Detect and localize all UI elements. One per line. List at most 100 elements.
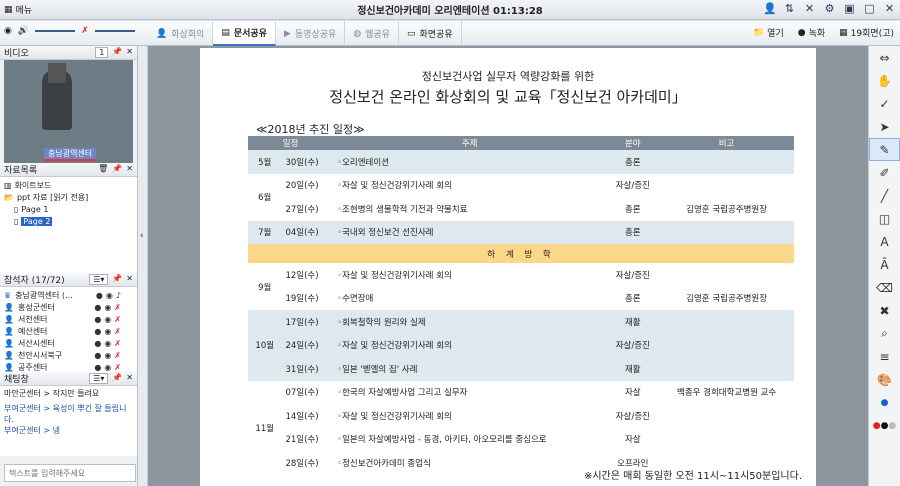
palette-icon[interactable]: 🎨 xyxy=(869,368,900,391)
tree-label: Page 1 xyxy=(21,204,49,214)
participant-name: 서천센터 xyxy=(17,314,48,324)
highlighter-icon[interactable]: ✐ xyxy=(869,161,900,184)
list-item[interactable]: 👤 천안시서북구 ● ◉ ✗ xyxy=(4,349,133,361)
cell-topic: ◦회복철학의 원리와 실제 xyxy=(333,310,607,334)
tab-video-share[interactable]: ▶ 동영상공유 xyxy=(276,21,346,46)
list-item[interactable]: 👤 예산센터 ● ◉ ✗ xyxy=(4,325,133,337)
participants-header: 참석자 (17/72) ☰▾ 📌 ✕ xyxy=(0,273,137,287)
cell-field: 총론 xyxy=(624,294,641,305)
color-swatches-2[interactable]: ● ● ● xyxy=(869,414,900,437)
table-row: 14일(수) ◦자살 및 정신건강위기사례 회의 자살/증진 xyxy=(248,404,794,428)
close-icon[interactable]: ✕ xyxy=(126,274,133,285)
pin-icon[interactable]: 📌 xyxy=(112,373,122,384)
cell-field: 자살/증진 xyxy=(615,270,650,281)
document-icon: ▤ xyxy=(221,27,230,38)
close-icon[interactable]: ✕ xyxy=(883,2,896,16)
pointer-icon[interactable]: ➤ xyxy=(869,115,900,138)
tab-web-share[interactable]: ◍ 웹공유 xyxy=(345,21,400,46)
layout-button[interactable]: ▦ 19회면(고) xyxy=(839,26,894,40)
tree-item-whiteboard[interactable]: ▥ 화이트보드 xyxy=(4,179,133,191)
doc-subtitle: 정신보건사업 실무자 역량강화를 위한 xyxy=(421,70,595,83)
cell-topic: ◦국내외 정신보건 선진사례 xyxy=(333,220,607,244)
user-icon[interactable]: 👤 xyxy=(763,2,777,16)
mic-slider[interactable] xyxy=(94,30,135,32)
chat-message: 부여군센터 > 넹 xyxy=(4,426,60,435)
close-icon[interactable]: ✕ xyxy=(126,373,133,384)
person-icon: 👤 xyxy=(156,28,168,39)
move-icon[interactable]: ⇔ xyxy=(869,46,900,69)
pin-icon[interactable]: 📌 xyxy=(112,47,122,58)
mic-icon[interactable]: ◉ xyxy=(4,26,12,36)
chat-message: 부여군센터 > 육성이 뿌긴 잘 들립니다. xyxy=(4,404,127,424)
trash-icon[interactable]: 🗑 xyxy=(98,164,108,173)
eraser-icon[interactable]: ⌫ xyxy=(869,276,900,299)
user-icon: ● xyxy=(95,290,103,300)
cell-date: 17일(수) xyxy=(281,310,334,334)
close-icon[interactable]: ✕ xyxy=(126,47,133,58)
video-label: 충남광역센터 xyxy=(44,148,97,161)
tab-screen-share[interactable]: ▭ 화면공유 xyxy=(399,21,462,46)
cell-field: 자살/증진 xyxy=(615,181,650,192)
check-icon[interactable]: ✓ xyxy=(869,92,900,115)
list-item[interactable]: 👤 서산시센터 ● ◉ ✗ xyxy=(4,337,133,349)
pin-icon[interactable]: 📌 xyxy=(112,164,122,173)
line-icon[interactable]: ╱ xyxy=(869,184,900,207)
hand-icon[interactable]: ✋ xyxy=(869,69,900,92)
list-item[interactable]: 👤 홍성군센터 ● ◉ ✗ xyxy=(4,301,133,313)
video-select[interactable]: 1 xyxy=(95,47,109,58)
cell-date: 20일(수) xyxy=(285,181,319,192)
line-width-icon[interactable]: ≡ xyxy=(869,345,900,368)
table-row: 10월 17일(수) ◦회복철학의 원리와 실제 재활 xyxy=(248,310,794,381)
chat-input[interactable] xyxy=(4,464,136,482)
cell-field: 자살/증진 xyxy=(606,333,660,357)
tab-label: 동영상공유 xyxy=(294,30,337,40)
volume-slider[interactable] xyxy=(35,30,76,32)
close-icon[interactable]: ✕ xyxy=(126,164,133,173)
pen-icon[interactable]: ✎ xyxy=(869,138,900,161)
speaker-icon[interactable]: 🔊 xyxy=(18,26,29,36)
clear-icon[interactable]: ✖ xyxy=(869,299,900,322)
text-style-icon[interactable]: Ā xyxy=(869,253,900,276)
tree-item-ppt[interactable]: 📂 ppt 자료 [읽기 전용] xyxy=(4,191,133,203)
mic-mute-icon[interactable]: ✗ xyxy=(81,26,89,36)
cell-topic: ◦자살 및 정신건강위기사례 회의 xyxy=(333,333,607,357)
tools-icon[interactable]: ✕ xyxy=(803,2,816,16)
sort-icon[interactable]: ⇅ xyxy=(783,2,796,16)
table-row: 하 계 방 학 xyxy=(248,244,794,263)
doc-title: 정신보건 온라인 화상회의 및 교육「정신보건 아카데미」 xyxy=(329,88,687,106)
doc-footnote: ※시간은 매회 동일한 오전 11시~11시50분입니다. xyxy=(583,471,802,482)
col-header: 일정 xyxy=(248,136,334,150)
globe-icon: ◍ xyxy=(353,28,362,39)
user-icon: ● xyxy=(94,350,102,360)
col-header: 주제 xyxy=(333,136,607,150)
open-button[interactable]: 📁 열기 xyxy=(753,26,784,40)
tree-item-page2[interactable]: ▯ Page 2 xyxy=(4,215,133,227)
gear-icon[interactable]: ⚙ xyxy=(823,2,836,16)
files-title: 자료목록 xyxy=(4,166,38,176)
record-button[interactable]: ● 녹화 xyxy=(798,26,826,40)
list-item[interactable]: 👤 서천센터 ● ◉ ✗ xyxy=(4,313,133,325)
restore-icon[interactable]: ▣ xyxy=(843,2,856,16)
chat-view-select[interactable]: ☰▾ xyxy=(89,373,109,384)
tab-video-meeting[interactable]: 👤 화상회의 xyxy=(148,21,214,46)
left-panel: 비디오 1 📌 ✕ 충남광역센터 자료목록 🗑 📌 ✕ ▥ 화이트보드 📂 ppt 자료 [… xyxy=(0,46,138,486)
panel-splitter[interactable]: ‹ xyxy=(138,46,148,486)
chevron-left-icon[interactable]: ‹ xyxy=(140,231,144,241)
maximize-icon[interactable]: □ xyxy=(863,2,876,16)
menu-button[interactable]: ▦ 메뉴 xyxy=(4,3,32,17)
tree-label: ppt 자료 [읽기 전용] xyxy=(16,192,89,202)
text-icon[interactable]: A xyxy=(869,230,900,253)
mic-mute-icon: ✗ xyxy=(114,314,121,324)
tab-document-share[interactable]: ▤ 문서공유 xyxy=(213,21,276,46)
shape-icon[interactable]: ◫ xyxy=(869,207,900,230)
schedule-table: 일정 주제 분야 비고 5월 30일(수) ◦오리엔테이션 총론 6월 20일(수) ◦자살 및… xyxy=(248,136,794,475)
menu-icon: ▦ xyxy=(4,4,13,15)
mic-mute-icon: ✗ xyxy=(114,338,121,348)
list-view-select[interactable]: ☰▾ xyxy=(89,274,109,285)
pin-icon[interactable]: 📌 xyxy=(112,274,122,285)
list-item[interactable]: ♛ 충남광역센터 (... ● ◉ ♪ xyxy=(4,289,133,301)
record-label: 녹화 xyxy=(808,29,826,39)
color-swatches[interactable]: ● xyxy=(869,391,900,414)
tree-item-page1[interactable]: ▯ Page 1 xyxy=(4,203,133,215)
zoom-icon[interactable]: ⌕ xyxy=(869,322,900,345)
